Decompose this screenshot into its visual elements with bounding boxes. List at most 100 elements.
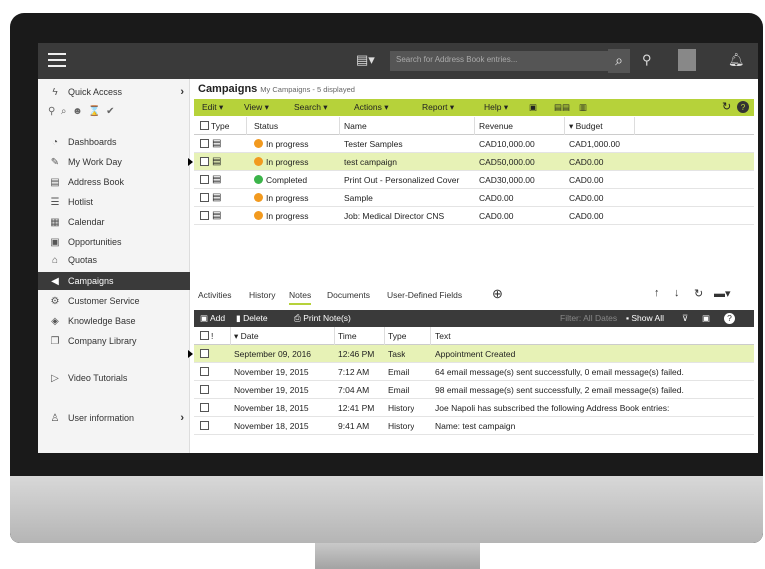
hamburger-menu-icon[interactable] [48,53,66,67]
sidebar-item-hotlist[interactable]: ☰ Hotlist [38,193,190,211]
pin-icon[interactable]: ⚲ [48,106,55,117]
menu-actions[interactable]: Actions ▾ [354,102,389,113]
book-icon: ▤ [50,177,60,188]
col-priority[interactable]: ! [211,331,213,341]
col-status[interactable]: Status [254,121,278,131]
toolbar-icon-c[interactable]: ▥ [579,102,587,113]
refresh-icon[interactable]: ↻ [722,100,731,113]
tab-documents[interactable]: Documents [327,290,370,300]
table-row[interactable]: November 18, 2015 12:41 PM History Joe Napo… [194,399,754,417]
sidebar-item-address-book[interactable]: ▤ Address Book [38,173,190,191]
select-all-notes-checkbox[interactable] [200,331,209,340]
toolbar-icon-a[interactable]: ▣ [529,102,537,113]
filter-dates-label[interactable]: Filter: All Dates [560,313,617,323]
type-cell: Email [388,385,410,395]
advanced-search-icon[interactable]: ⚲ [642,52,652,68]
top-bar: ▤▾ Search for Address Book entries... ⌕ … [38,43,758,79]
row-checkbox[interactable] [200,175,209,184]
menu-view[interactable]: View ▾ [244,102,269,113]
check-icon[interactable]: ✔ [106,106,114,117]
sidebar-item-my-work-day[interactable]: ✎ My Work Day [38,153,190,171]
row-checkbox[interactable] [200,421,209,430]
sidebar-video-tutorials[interactable]: ▷ Video Tutorials [38,369,190,387]
row-checkbox[interactable] [200,385,209,394]
revenue-cell: CAD0.00 [479,211,514,221]
table-row[interactable]: November 19, 2015 7:04 AM Email 98 email me… [194,381,754,399]
row-checkbox[interactable] [200,349,209,358]
table-row[interactable]: ▤ In progress Sample CAD0.00 CAD0.00 [194,189,754,207]
tab-history[interactable]: History [249,290,275,300]
sidebar-item-customer-service[interactable]: ⚙ Customer Service [38,292,190,310]
row-checkbox[interactable] [200,403,209,412]
sidebar-item-campaigns[interactable]: ◀ Campaigns [38,272,190,290]
budget-cell: CAD1,000.00 [569,139,621,149]
refresh-icon[interactable]: ↻ [694,287,703,300]
sidebar-item-calendar[interactable]: ▦ Calendar [38,213,190,231]
name-cell: Job: Medical Director CNS [344,211,445,221]
menu-help[interactable]: Help ▾ [484,102,508,113]
col-budget[interactable]: ▾ Budget [569,121,603,132]
filter-icon[interactable]: ⊽ [682,313,688,324]
row-checkbox[interactable] [200,139,209,148]
col-time[interactable]: Time [338,331,357,341]
add-note-button[interactable]: ▣ Add [200,313,225,324]
col-name[interactable]: Name [344,121,367,131]
select-all-checkbox[interactable] [200,121,209,130]
table-row[interactable]: November 18, 2015 9:41 AM History Name: tes… [194,417,754,435]
table-row[interactable]: ▤ Completed Print Out - Personalized Cover… [194,171,754,189]
print-notes-button[interactable]: ⎙ Print Note(s) [294,313,351,324]
col-text[interactable]: Text [435,331,451,341]
status-cell: In progress [254,211,309,221]
row-checkbox[interactable] [200,157,209,166]
tab-notes[interactable]: Notes [289,290,312,305]
time-cell: 9:41 AM [338,421,370,431]
sidebar-item-knowledge-base[interactable]: ◈ Knowledge Base [38,312,190,330]
row-checkbox[interactable] [200,211,209,220]
users-icon[interactable]: ☻ [72,106,83,117]
sidebar-quick-access[interactable]: ϟ Quick Access › [38,83,190,101]
type-cell: History [388,403,415,413]
expand-icon[interactable]: ▣ [702,313,710,324]
user-icon: ♙ [50,413,60,424]
address-book-icon[interactable]: ▤▾ [356,52,375,68]
sidebar-user-information[interactable]: ♙ User information › [38,409,190,427]
search-icon[interactable]: ⌕ [608,49,630,73]
help-icon[interactable]: ? [737,101,749,113]
revenue-cell: CAD10,000.00 [479,139,535,149]
row-checkbox[interactable] [200,367,209,376]
avatar[interactable] [678,49,696,71]
tab-activities[interactable]: Activities [198,290,232,300]
help-icon[interactable]: ? [724,313,735,324]
col-revenue[interactable]: Revenue [479,121,513,131]
search-people-icon[interactable]: ⌕ [61,106,67,117]
sidebar-item-quotas[interactable]: ⌂ Quotas [38,251,190,269]
menu-edit[interactable]: Edit ▾ [202,102,223,113]
menu-search[interactable]: Search ▾ [294,102,328,113]
delete-note-button[interactable]: ▮ Delete [236,313,268,324]
arrow-up-icon[interactable]: ↑ [654,287,660,299]
table-row[interactable]: ▤ In progress test campaign CAD50,000.00 CAD… [188,153,754,171]
bell-icon[interactable]: 🔔︎ [728,52,745,68]
layout-icon[interactable]: ▬▾ [714,287,731,300]
search-input[interactable]: Search for Address Book entries... [390,51,608,71]
col-type[interactable]: Type [211,121,229,131]
time-cell: 7:04 AM [338,385,370,395]
arrow-down-icon[interactable]: ↓ [674,287,680,299]
sidebar-item-dashboards[interactable]: ◔ Dashboards [38,133,190,151]
tab-user-defined-fields[interactable]: User-Defined Fields [387,290,462,300]
add-tab-icon[interactable]: ⊕ [492,286,503,302]
hourglass-icon[interactable]: ⌛ [88,106,100,117]
col-date[interactable]: ▾ Date [234,331,259,342]
sidebar-item-company-library[interactable]: ❐ Company Library [38,332,190,350]
sidebar-item-opportunities[interactable]: ▣ Opportunities [38,233,190,251]
revenue-cell: CAD50,000.00 [479,157,535,167]
toolbar-icon-b[interactable]: ▤▤ [554,102,570,113]
menu-report[interactable]: Report ▾ [422,102,454,113]
table-row[interactable]: November 19, 2015 7:12 AM Email 64 email me… [194,363,754,381]
col-note-type[interactable]: Type [388,331,406,341]
table-row[interactable]: ▤ In progress Job: Medical Director CNS CAD… [194,207,754,225]
table-row[interactable]: September 09, 2016 12:46 PM Task Appointmen… [188,345,754,363]
show-all-toggle[interactable]: ▪ Show All [626,313,664,323]
table-row[interactable]: ▤ In progress Tester Samples CAD10,000.00 CA… [194,135,754,153]
row-checkbox[interactable] [200,193,209,202]
